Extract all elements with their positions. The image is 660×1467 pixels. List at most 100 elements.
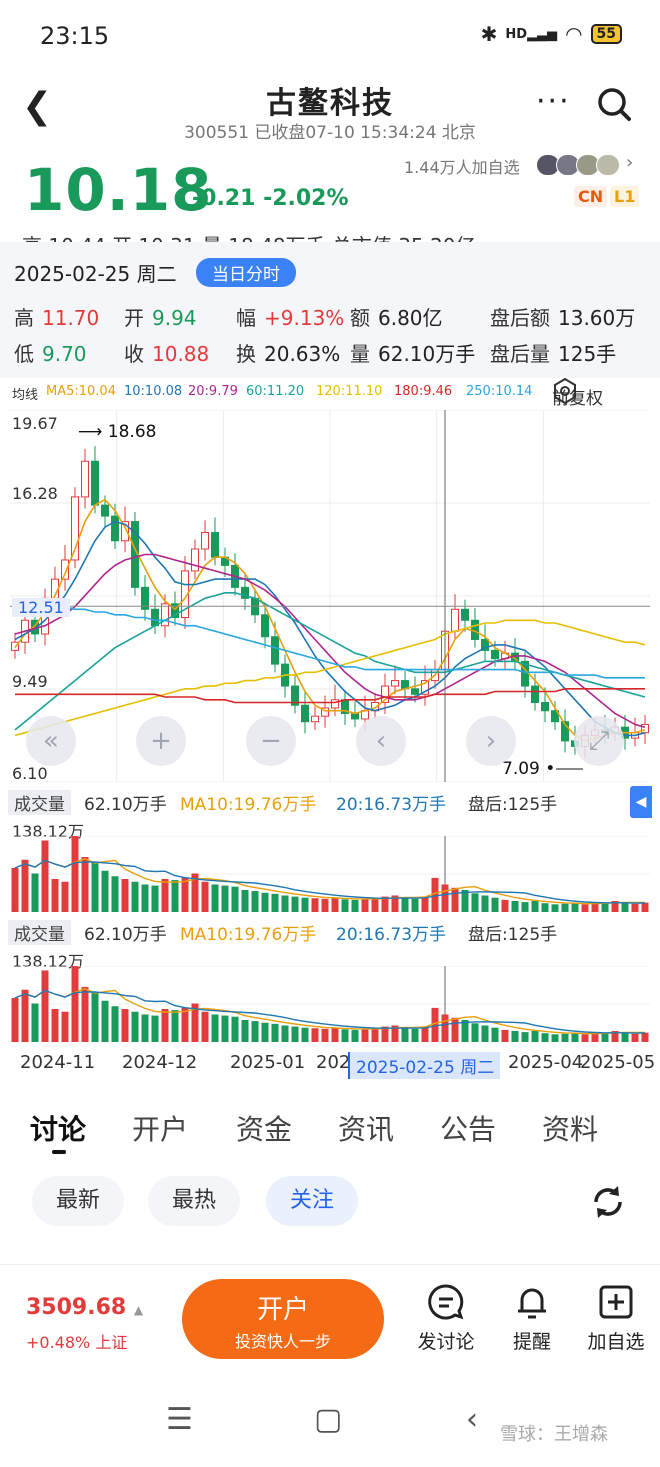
candle-body bbox=[111, 515, 119, 542]
volume-bar bbox=[121, 1008, 129, 1042]
tooltip-stat-value: 9.94 bbox=[152, 306, 197, 330]
intraday-button[interactable]: 当日分时 bbox=[196, 258, 296, 287]
candle-body bbox=[451, 608, 459, 632]
volume-ma20: 20:16.73万手 bbox=[336, 925, 447, 945]
volume-bar bbox=[111, 1006, 119, 1042]
tooltip-stat-value: 9.70 bbox=[42, 342, 87, 366]
filter-latest[interactable]: 最新 bbox=[32, 1176, 124, 1226]
alert-button[interactable]: 提醒 bbox=[494, 1283, 570, 1354]
index-value[interactable]: 3509.68 ▲ bbox=[26, 1295, 143, 1320]
candle-body bbox=[261, 614, 269, 638]
tab-announcements[interactable]: 公告 bbox=[440, 1108, 496, 1148]
volume-value: 62.10万手 bbox=[84, 795, 167, 815]
tooltip-stat-value: 10.88 bbox=[152, 342, 210, 366]
tooltip-date: 2025-02-25 周二 bbox=[14, 262, 177, 286]
tab-profile[interactable]: 资料 bbox=[542, 1108, 598, 1148]
volume-bar bbox=[81, 986, 89, 1042]
filter-hot[interactable]: 最热 bbox=[148, 1176, 240, 1226]
tooltip-stat-key: 盘后额 bbox=[490, 306, 550, 330]
pan-left-button[interactable]: ‹ bbox=[356, 716, 406, 766]
volume-bar bbox=[271, 1023, 279, 1042]
volume-label[interactable]: 成交量 bbox=[8, 920, 71, 945]
volume-bar bbox=[51, 878, 59, 912]
y-label: 16.28 bbox=[12, 484, 58, 503]
volume-bar bbox=[601, 903, 609, 912]
tooltip-stat: 开 9.94 bbox=[124, 302, 197, 331]
refresh-icon[interactable] bbox=[588, 1182, 628, 1222]
candle-body bbox=[101, 504, 109, 517]
volume-bar bbox=[321, 1028, 329, 1042]
y-label-bottom: 6.10 bbox=[12, 764, 48, 783]
tooltip-stat-key: 盘后量 bbox=[490, 342, 550, 366]
quote-stats-peek: 高 10.44 开 10.31 量 18.48万手 总市值 35.20亿 bbox=[22, 230, 476, 242]
followers-count[interactable]: 1.44万人加自选 bbox=[404, 154, 520, 178]
tab-news[interactable]: 资讯 bbox=[338, 1108, 394, 1148]
adjust-toggle[interactable]: 前复权 bbox=[552, 378, 603, 409]
search-icon[interactable] bbox=[596, 86, 632, 122]
volume-bar bbox=[371, 898, 379, 912]
add-square-icon bbox=[599, 1285, 633, 1319]
tab-funds[interactable]: 资金 bbox=[236, 1108, 292, 1148]
volume-bar bbox=[121, 878, 129, 912]
volume-bar bbox=[131, 1011, 139, 1042]
volume-bar bbox=[71, 836, 79, 912]
tab-discussion[interactable]: 讨论 bbox=[30, 1108, 86, 1148]
volume-bar bbox=[61, 1011, 69, 1042]
pan-right-button[interactable]: › bbox=[466, 716, 516, 766]
open-account-subtitle: 投资快人一步 bbox=[234, 1332, 331, 1351]
volume-bar bbox=[351, 899, 359, 912]
volume-chart[interactable] bbox=[10, 966, 650, 1042]
collapse-arrow-icon[interactable]: ◀ bbox=[630, 786, 652, 818]
filter-following[interactable]: 关注 bbox=[266, 1176, 358, 1226]
menu-icon[interactable]: ☰ bbox=[166, 1402, 193, 1437]
home-icon[interactable]: ▢ bbox=[314, 1402, 342, 1437]
volume-bar bbox=[571, 1033, 579, 1042]
volume-bar bbox=[291, 1026, 299, 1042]
zoom-out-far-button[interactable]: « bbox=[26, 716, 76, 766]
ma-legend-item: 10:10.08 bbox=[124, 384, 183, 399]
zoom-in-button[interactable]: + bbox=[136, 716, 186, 766]
volume-bar bbox=[241, 1019, 249, 1042]
volume-bar bbox=[401, 897, 409, 912]
more-icon[interactable]: ··· bbox=[536, 84, 571, 119]
post-discussion-label: 发讨论 bbox=[417, 1331, 475, 1353]
volume-bar bbox=[231, 886, 239, 912]
volume-bar bbox=[201, 1011, 209, 1042]
volume-bar bbox=[641, 1032, 649, 1042]
volume-chart[interactable] bbox=[10, 836, 650, 912]
tooltip-stat-value: 11.70 bbox=[42, 306, 100, 330]
volume-bar bbox=[531, 1030, 539, 1042]
volume-bar bbox=[421, 1026, 429, 1042]
follower-avatars[interactable] bbox=[536, 154, 620, 176]
volume-bar bbox=[21, 859, 29, 912]
volume-bar bbox=[601, 1033, 609, 1042]
volume-bar bbox=[581, 1034, 589, 1042]
volume-label[interactable]: 成交量 bbox=[8, 790, 71, 815]
cn-badge: CN bbox=[574, 186, 608, 207]
volume-bar bbox=[11, 997, 19, 1042]
volume-bar bbox=[281, 895, 289, 912]
open-account-button[interactable]: 开户 投资快人一步 bbox=[182, 1279, 384, 1359]
tooltip-stat: 盘后额 13.60万 bbox=[490, 302, 635, 331]
fullscreen-button[interactable]: ⤢ bbox=[574, 716, 624, 766]
volume-bar bbox=[91, 862, 99, 912]
tab-open-account[interactable]: 开户 bbox=[132, 1108, 188, 1148]
chevron-right-icon[interactable]: › bbox=[626, 152, 633, 173]
volume-bar bbox=[341, 1029, 349, 1042]
volume-bar bbox=[451, 887, 459, 912]
tooltip-stat-value: 20.63% bbox=[264, 342, 341, 366]
post-discussion-button[interactable]: 发讨论 bbox=[408, 1283, 484, 1354]
volume-bar bbox=[141, 1014, 149, 1042]
candle-body bbox=[201, 532, 209, 550]
x-tick-label: 2025-05 bbox=[580, 1052, 656, 1073]
tooltip-stat-key: 额 bbox=[350, 306, 370, 330]
volume-bar bbox=[411, 1028, 419, 1042]
candlestick-chart[interactable] bbox=[10, 410, 650, 782]
volume-header: 成交量 62.10万手 MA10:19.76万手 20:16.73万手 盘后:1… bbox=[0, 916, 660, 946]
add-watchlist-button[interactable]: 加自选 bbox=[578, 1283, 654, 1354]
tooltip-stat: 盘后量 125手 bbox=[490, 338, 616, 367]
volume-bar bbox=[361, 898, 369, 912]
zoom-out-button[interactable]: − bbox=[246, 716, 296, 766]
x-tick-label: 2025-04 bbox=[508, 1052, 584, 1073]
back-nav-icon[interactable]: ‹ bbox=[466, 1402, 478, 1437]
